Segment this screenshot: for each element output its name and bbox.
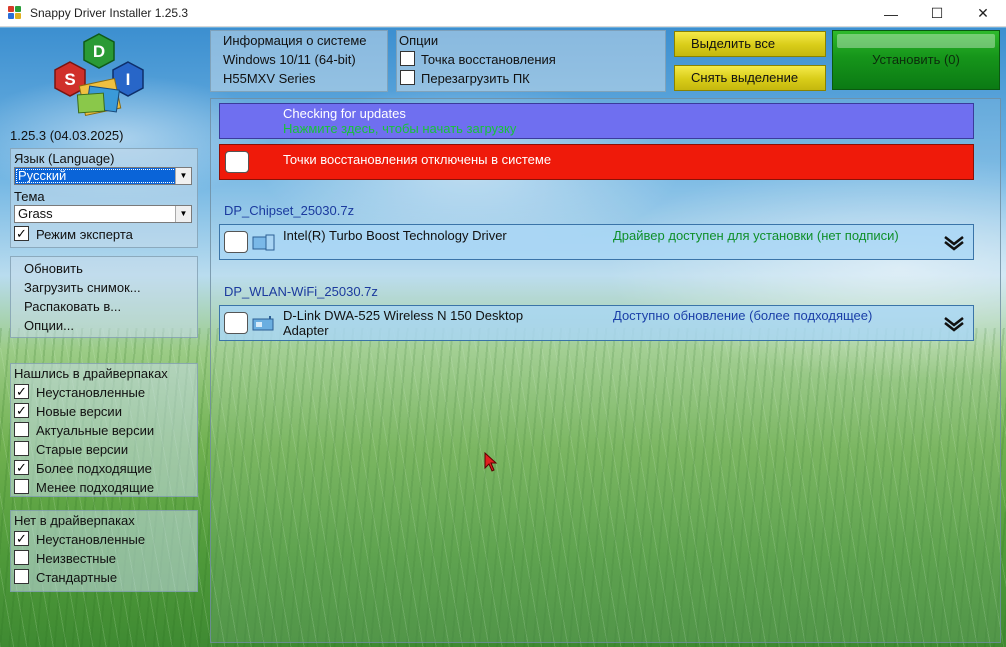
restore-warning-checkbox[interactable] (225, 151, 249, 173)
notfound-filter-title: Нет в драйверпаках (14, 513, 135, 528)
restore-warning-text: Точки восстановления отключены в системе (283, 152, 552, 167)
window-controls: — ☐ ✕ (868, 0, 1006, 27)
language-label: Язык (Language) (14, 151, 115, 166)
filter-missing-checkbox[interactable]: ✓ (14, 531, 29, 546)
filter-unknown-label[interactable]: Неизвестные (36, 551, 116, 566)
window-title: Snappy Driver Installer 1.25.3 (30, 6, 189, 20)
minimize-button[interactable]: — (868, 0, 914, 27)
expert-mode-checkbox[interactable]: ✓ (14, 226, 29, 241)
driver-row-turbo-boost[interactable]: Intel(R) Turbo Boost Technology Driver Д… (219, 224, 974, 260)
title-bar: Snappy Driver Installer 1.25.3 — ☐ ✕ (0, 0, 1006, 27)
options-title: Опции (399, 33, 439, 48)
chevron-down-icon: ▼ (175, 168, 191, 184)
sysinfo-os: Windows 10/11 (64-bit) (223, 52, 356, 67)
logo-letter-s: S (64, 70, 75, 89)
version-label: 1.25.3 (04.03.2025) (10, 128, 124, 143)
language-select[interactable]: Русский ▼ (14, 167, 192, 185)
sdi-logo: D S I (54, 33, 144, 117)
updates-bar[interactable]: Checking for updates Нажмите здесь, чтоб… (219, 103, 974, 139)
chevron-down-icon: ▼ (175, 206, 191, 222)
filter-worse-checkbox[interactable] (14, 479, 29, 494)
theme-label: Тема (14, 189, 45, 204)
filter-newer-label[interactable]: Новые версии (36, 404, 122, 419)
sysinfo-title: Информация о системе (223, 33, 367, 48)
filter-older-checkbox[interactable] (14, 441, 29, 456)
device-icon (252, 234, 275, 251)
menu-load-snapshot[interactable]: Загрузить снимок... (24, 280, 141, 295)
filter-older-label[interactable]: Старые версии (36, 442, 128, 457)
restore-point-label[interactable]: Точка восстановления (421, 52, 556, 67)
mouse-cursor-icon (484, 452, 498, 472)
expand-chevron-icon[interactable] (943, 316, 965, 332)
menu-refresh[interactable]: Обновить (24, 261, 83, 276)
theme-value: Grass (18, 206, 53, 221)
close-button[interactable]: ✕ (960, 0, 1006, 27)
pack-name-wlan: DP_WLAN-WiFi_25030.7z (224, 284, 378, 299)
logo-letter-d: D (93, 42, 105, 61)
updates-subtitle[interactable]: Нажмите здесь, чтобы начать загрузку (283, 121, 516, 136)
install-button[interactable]: Установить (0) (832, 30, 1000, 90)
theme-select[interactable]: Grass ▼ (14, 205, 192, 223)
filter-missing-label[interactable]: Неустановленные (36, 532, 145, 547)
menu-options[interactable]: Опции... (24, 318, 74, 333)
reboot-checkbox[interactable] (400, 70, 415, 85)
app-icon (8, 6, 22, 20)
filter-unknown-checkbox[interactable] (14, 550, 29, 565)
filter-worse-label[interactable]: Менее подходящие (36, 480, 154, 495)
restore-warning-bar[interactable]: Точки восстановления отключены в системе (219, 144, 974, 180)
filter-better-checkbox[interactable]: ✓ (14, 460, 29, 475)
sysinfo-board: H55MXV Series (223, 71, 316, 86)
menu-extract-to[interactable]: Распаковать в... (24, 299, 121, 314)
maximize-button[interactable]: ☐ (914, 0, 960, 27)
driver-status: Доступно обновление (более подходящее) (613, 308, 873, 323)
driver-name-line2: Adapter (283, 323, 329, 338)
driver-select-checkbox[interactable] (224, 312, 248, 334)
found-filter-title: Нашлись в драйверпаках (14, 366, 168, 381)
reboot-label[interactable]: Перезагрузить ПК (421, 71, 530, 86)
expert-mode-label[interactable]: Режим эксперта (36, 227, 133, 242)
expand-chevron-icon[interactable] (943, 235, 965, 251)
filter-current-checkbox[interactable] (14, 422, 29, 437)
deselect-all-button[interactable]: Снять выделение (674, 65, 826, 91)
driver-select-checkbox[interactable] (224, 231, 248, 253)
filter-not-installed-label[interactable]: Неустановленные (36, 385, 145, 400)
driver-name: D-Link DWA-525 Wireless N 150 Desktop (283, 308, 524, 323)
network-adapter-icon (252, 316, 274, 331)
filter-better-label[interactable]: Более подходящие (36, 461, 152, 476)
updates-title: Checking for updates (283, 106, 406, 121)
filter-newer-checkbox[interactable]: ✓ (14, 403, 29, 418)
language-value: Русский (18, 168, 67, 183)
filter-current-label[interactable]: Актуальные версии (36, 423, 154, 438)
logo-letter-i: I (126, 70, 131, 89)
pack-name-chipset: DP_Chipset_25030.7z (224, 203, 355, 218)
filter-standard-checkbox[interactable] (14, 569, 29, 584)
restore-point-checkbox[interactable] (400, 51, 415, 66)
driver-name: Intel(R) Turbo Boost Technology Driver (283, 228, 507, 243)
select-all-button[interactable]: Выделить все (674, 31, 826, 57)
filter-standard-label[interactable]: Стандартные (36, 570, 117, 585)
driver-status: Драйвер доступен для установки (нет подп… (613, 228, 899, 243)
filter-not-installed-checkbox[interactable]: ✓ (14, 384, 29, 399)
driver-row-dlink[interactable]: D-Link DWA-525 Wireless N 150 Desktop Ad… (219, 305, 974, 341)
